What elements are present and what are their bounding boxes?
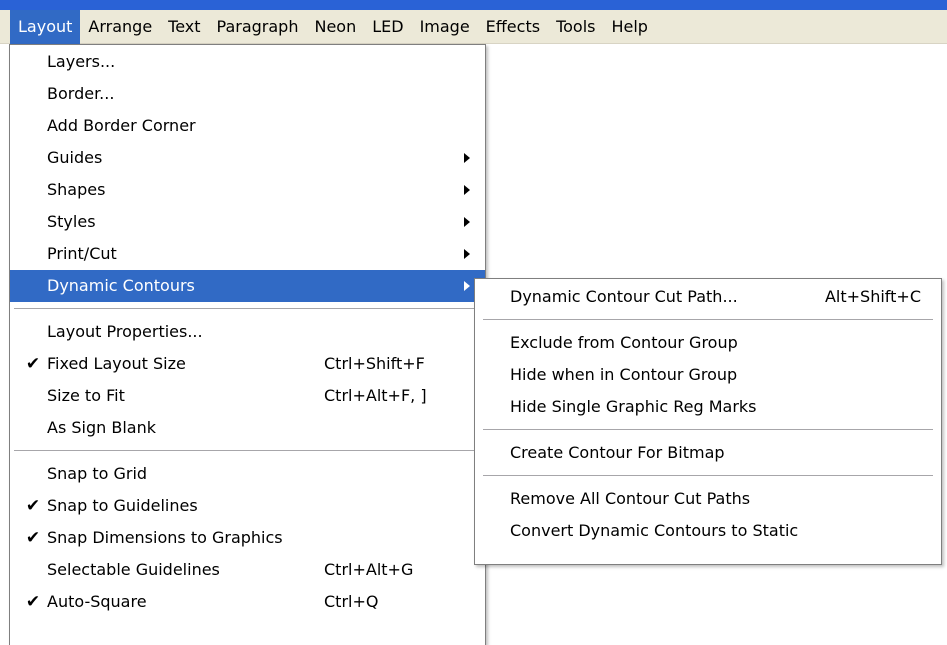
- menu-separator: [14, 308, 481, 309]
- menu-item-size-to-fit[interactable]: Size to Fit Ctrl+Alt+F, ]: [10, 380, 485, 412]
- menu-item-label: Layers...: [47, 52, 116, 71]
- submenu-arrow-icon: [464, 281, 470, 291]
- menu-item-label: Fixed Layout Size: [47, 354, 186, 373]
- menu-separator: [483, 429, 933, 430]
- menu-separator: [483, 475, 933, 476]
- menu-arrange[interactable]: Arrange: [80, 10, 160, 44]
- menu-item-label: Snap to Grid: [47, 464, 148, 483]
- menu-item-shapes[interactable]: Shapes: [10, 174, 485, 206]
- menu-item-label: Dynamic Contour Cut Path...: [510, 287, 738, 306]
- menu-led[interactable]: LED: [364, 10, 411, 44]
- submenu-item-hide-when-in-contour-group[interactable]: Hide when in Contour Group: [475, 359, 941, 391]
- menu-separator: [14, 450, 481, 451]
- menu-item-label: Create Contour For Bitmap: [510, 443, 725, 462]
- checkmark-icon: ✔: [25, 528, 41, 548]
- menu-item-label: Remove All Contour Cut Paths: [510, 489, 751, 508]
- menu-item-snap-to-guidelines[interactable]: ✔ Snap to Guidelines: [10, 490, 485, 522]
- menu-item-label: Dynamic Contours: [47, 276, 195, 295]
- menu-item-label: Layout Properties...: [47, 322, 203, 341]
- menu-item-auto-square[interactable]: ✔ Auto-Square Ctrl+Q: [10, 586, 485, 618]
- menu-item-border[interactable]: Border...: [10, 78, 485, 110]
- menu-neon[interactable]: Neon: [306, 10, 364, 44]
- menu-item-label: Styles: [47, 212, 96, 231]
- menu-item-label: Guides: [47, 148, 103, 167]
- menu-item-label: Snap Dimensions to Graphics: [47, 528, 283, 547]
- menu-item-shortcut: Alt+Shift+C: [824, 287, 921, 306]
- menu-item-label: Add Border Corner: [47, 116, 196, 135]
- checkmark-icon: ✔: [25, 354, 41, 374]
- menu-image[interactable]: Image: [412, 10, 478, 44]
- menu-item-label: Hide when in Contour Group: [510, 365, 738, 384]
- menu-item-label: Exclude from Contour Group: [510, 333, 738, 352]
- menu-item-fixed-layout-size[interactable]: ✔ Fixed Layout Size Ctrl+Shift+F: [10, 348, 485, 380]
- submenu-arrow-icon: [464, 217, 470, 227]
- menu-paragraph[interactable]: Paragraph: [209, 10, 307, 44]
- submenu-arrow-icon: [464, 185, 470, 195]
- menu-item-add-border-corner[interactable]: Add Border Corner: [10, 110, 485, 142]
- menu-item-shortcut: Ctrl+Q: [324, 592, 379, 611]
- menu-item-label: Hide Single Graphic Reg Marks: [510, 397, 757, 416]
- menu-item-as-sign-blank[interactable]: As Sign Blank: [10, 412, 485, 444]
- menu-item-styles[interactable]: Styles: [10, 206, 485, 238]
- submenu-item-hide-single-graphic-reg-marks[interactable]: Hide Single Graphic Reg Marks: [475, 391, 941, 423]
- app-window: Layout Arrange Text Paragraph Neon LED I…: [0, 0, 947, 645]
- menu-item-label: Convert Dynamic Contours to Static: [510, 521, 799, 540]
- submenu-item-exclude-from-contour-group[interactable]: Exclude from Contour Group: [475, 327, 941, 359]
- menu-item-label: Size to Fit: [47, 386, 125, 405]
- menu-item-selectable-guidelines[interactable]: Selectable Guidelines Ctrl+Alt+G: [10, 554, 485, 586]
- menu-item-shortcut: Ctrl+Alt+G: [324, 560, 414, 579]
- menu-item-print-cut[interactable]: Print/Cut: [10, 238, 485, 270]
- menu-item-layers[interactable]: Layers...: [10, 46, 485, 78]
- submenu-item-remove-all-contour-cut-paths[interactable]: Remove All Contour Cut Paths: [475, 483, 941, 515]
- checkmark-icon: ✔: [25, 592, 41, 612]
- menu-item-snap-dimensions-to-graphics[interactable]: ✔ Snap Dimensions to Graphics: [10, 522, 485, 554]
- menu-effects[interactable]: Effects: [478, 10, 548, 44]
- menu-item-layout-properties[interactable]: Layout Properties...: [10, 316, 485, 348]
- menu-item-label: As Sign Blank: [47, 418, 156, 437]
- menu-layout[interactable]: Layout: [10, 9, 81, 44]
- menu-item-shortcut: Ctrl+Shift+F: [324, 354, 425, 373]
- title-bar-strip: [0, 0, 947, 10]
- menu-item-label: Auto-Square: [47, 592, 147, 611]
- submenu-item-dynamic-contour-cut-path[interactable]: Dynamic Contour Cut Path... Alt+Shift+C: [475, 281, 941, 313]
- submenu-item-convert-dynamic-contours-to-static[interactable]: Convert Dynamic Contours to Static: [475, 515, 941, 547]
- menu-separator: [483, 319, 933, 320]
- layout-menu: Layers... Border... Add Border Corner Gu…: [9, 44, 486, 645]
- menu-item-dynamic-contours[interactable]: Dynamic Contours: [10, 270, 485, 302]
- menu-item-label: Shapes: [47, 180, 106, 199]
- menu-item-guides[interactable]: Guides: [10, 142, 485, 174]
- menu-text[interactable]: Text: [160, 10, 208, 44]
- checkmark-icon: ✔: [25, 496, 41, 516]
- menu-item-label: Snap to Guidelines: [47, 496, 198, 515]
- menu-help[interactable]: Help: [603, 10, 655, 44]
- menu-item-label: Selectable Guidelines: [47, 560, 220, 579]
- submenu-item-create-contour-for-bitmap[interactable]: Create Contour For Bitmap: [475, 437, 941, 469]
- menu-item-label: Print/Cut: [47, 244, 117, 263]
- menu-item-snap-to-grid[interactable]: Snap to Grid: [10, 458, 485, 490]
- menu-tools[interactable]: Tools: [548, 10, 603, 44]
- menu-item-shortcut: Ctrl+Alt+F, ]: [324, 386, 427, 405]
- submenu-arrow-icon: [464, 249, 470, 259]
- menubar: Layout Arrange Text Paragraph Neon LED I…: [0, 9, 947, 44]
- submenu-arrow-icon: [464, 153, 470, 163]
- menu-item-label: Border...: [47, 84, 115, 103]
- dynamic-contours-submenu: Dynamic Contour Cut Path... Alt+Shift+C …: [474, 278, 942, 565]
